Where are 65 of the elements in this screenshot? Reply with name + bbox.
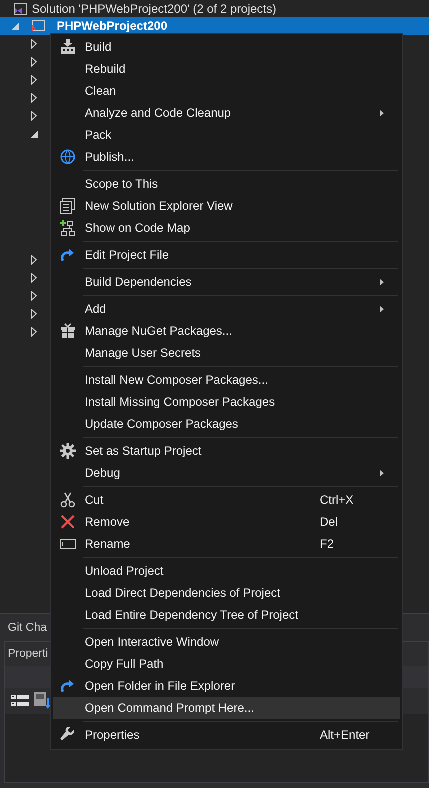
solution-label[interactable]: Solution 'PHPWebProject200' (2 of 2 projects) <box>32 2 276 16</box>
menu-item[interactable]: Properties Alt+Enter <box>53 724 400 746</box>
menu-item[interactable]: Manage User Secrets <box>53 342 400 364</box>
globe-icon <box>60 149 76 165</box>
menu-item[interactable]: Copy Full Path <box>53 653 400 675</box>
menu-item[interactable]: Rename F2 <box>53 533 400 555</box>
shortcut-label: Alt+Enter <box>320 728 371 742</box>
categorized-icon[interactable] <box>11 693 29 709</box>
diagram-icon <box>60 220 76 236</box>
menu-item[interactable]: Publish... <box>53 146 400 168</box>
settings-icon <box>60 443 76 459</box>
menu-item[interactable]: Clean <box>53 80 400 102</box>
menu-item[interactable]: Install New Composer Packages... <box>53 369 400 391</box>
menu-item[interactable]: Cut Ctrl+X <box>53 489 400 511</box>
menu-item[interactable]: Pack <box>53 124 400 146</box>
shortcut-label: Del <box>320 515 340 529</box>
menu-item[interactable]: Open Folder in File Explorer <box>53 675 400 697</box>
menu-item[interactable]: Build Dependencies <box>53 271 400 293</box>
git-changes-tab[interactable]: Git Cha <box>8 622 47 634</box>
menu-item[interactable]: Manage NuGet Packages... <box>53 320 400 342</box>
collapsed-arrow-icon[interactable] <box>31 39 37 49</box>
menu-item[interactable]: New Solution Explorer View <box>53 195 400 217</box>
gift-icon <box>60 323 76 339</box>
collapsed-arrow-icon[interactable] <box>31 111 37 121</box>
project-icon <box>31 20 45 32</box>
build-icon <box>60 39 76 55</box>
collapsed-arrow-icon[interactable] <box>31 309 37 319</box>
menu-item[interactable]: Set as Startup Project <box>53 440 400 462</box>
expanded-arrow-icon[interactable] <box>31 130 38 138</box>
menu-item[interactable]: Unload Project <box>53 560 400 582</box>
wrench-icon <box>60 727 76 743</box>
property-pages-icon[interactable] <box>34 692 52 710</box>
menu-item[interactable]: Install Missing Composer Packages <box>53 391 400 413</box>
solution-icon <box>14 2 28 14</box>
shortcut-label: Ctrl+X <box>320 493 355 507</box>
collapsed-arrow-icon[interactable] <box>31 93 37 103</box>
menu-item[interactable]: Open Command Prompt Here... <box>53 697 400 719</box>
collapsed-arrow-icon[interactable] <box>31 75 37 85</box>
menu-item[interactable]: Load Entire Dependency Tree of Project <box>53 604 400 626</box>
menu-item[interactable]: Add <box>53 298 400 320</box>
menu-item[interactable]: Build <box>53 36 400 58</box>
collapsed-arrow-icon[interactable] <box>31 327 37 337</box>
menu-item[interactable]: Load Direct Dependencies of Project <box>53 582 400 604</box>
collapsed-arrow-icon[interactable] <box>31 255 37 265</box>
panel-title: Properti <box>8 648 48 660</box>
collapsed-arrow-icon[interactable] <box>31 273 37 283</box>
menu-item[interactable]: Show on Code Map <box>53 217 400 239</box>
curved-arrow-icon <box>60 678 76 694</box>
menu-item[interactable]: Analyze and Code Cleanup <box>53 102 400 124</box>
close-icon <box>60 514 76 530</box>
shortcut-label: F2 <box>320 537 336 551</box>
scissors-icon <box>60 492 76 508</box>
menu-item[interactable]: Update Composer Packages <box>53 413 400 435</box>
window-icon <box>60 198 76 214</box>
menu-item[interactable]: Rebuild <box>53 58 400 80</box>
curved-arrow-icon <box>60 247 76 263</box>
menu-item[interactable]: Edit Project File <box>53 244 400 266</box>
collapsed-arrow-icon[interactable] <box>31 291 37 301</box>
menu-item[interactable]: Debug <box>53 462 400 484</box>
text-field-icon <box>60 536 76 552</box>
menu-item[interactable]: Remove Del <box>53 511 400 533</box>
menu-item[interactable]: Scope to This <box>53 173 400 195</box>
project-row[interactable]: PHPWebProject200 <box>0 17 429 35</box>
menu-item[interactable]: Open Interactive Window <box>53 631 400 653</box>
collapsed-arrow-icon[interactable] <box>31 57 37 67</box>
